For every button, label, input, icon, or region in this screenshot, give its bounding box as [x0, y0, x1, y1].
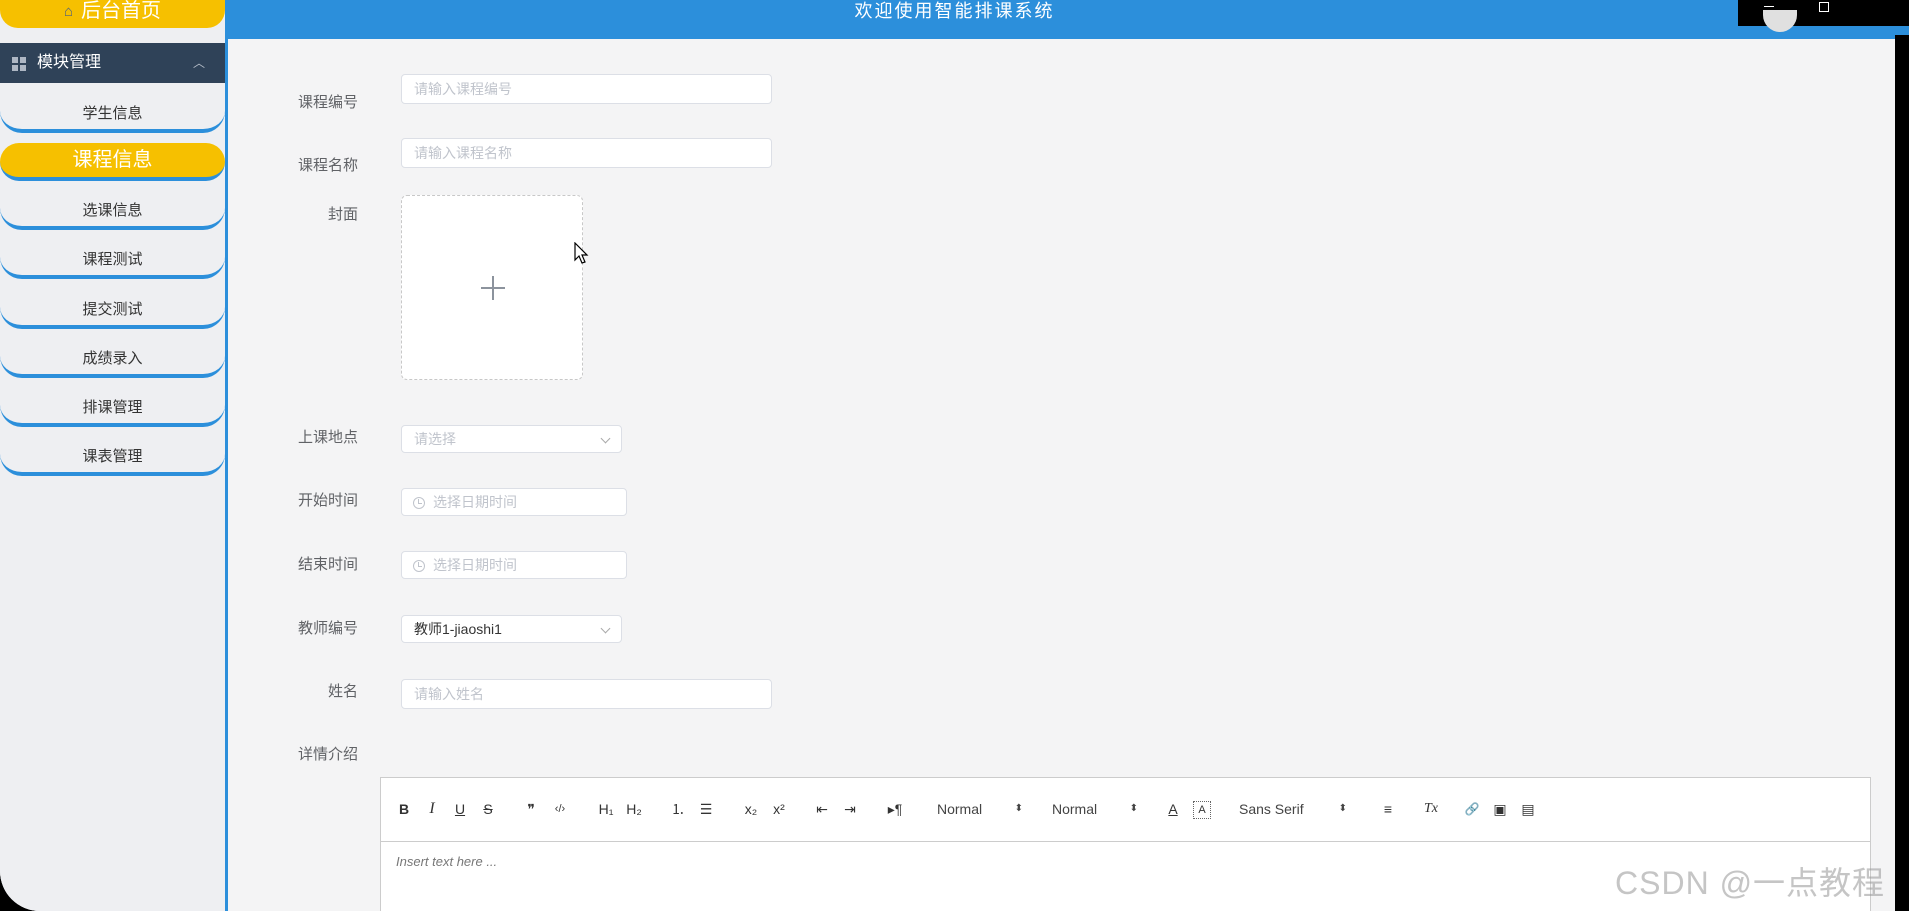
mouse-cursor-icon	[574, 241, 590, 271]
code-block-button[interactable]: ‹/›	[549, 798, 571, 820]
text-color-button[interactable]: A	[1165, 798, 1181, 820]
size-picker-label: Normal	[937, 801, 983, 817]
course-no-input[interactable]	[401, 74, 772, 104]
window-controls	[1738, 0, 1909, 32]
picker-arrows-icon: ⬍	[1338, 803, 1347, 814]
clock-icon	[413, 560, 425, 572]
location-label: 上课地点	[297, 429, 358, 446]
home-label: 后台首页	[81, 0, 162, 22]
sidebar-item-schedule-management[interactable]: 排课管理	[0, 392, 225, 427]
font-picker-label: Sans Serif	[1239, 801, 1304, 817]
underline-button[interactable]: U	[453, 798, 467, 820]
detail-label: 详情介绍	[297, 746, 358, 763]
font-picker[interactable]: Sans Serif ⬍	[1239, 798, 1347, 820]
course-no-label: 课程编号	[297, 94, 358, 111]
sidebar-item-student-info[interactable]: 学生信息	[0, 98, 225, 133]
h2-button[interactable]: H₂	[623, 798, 645, 820]
cover-upload[interactable]	[401, 195, 583, 380]
editor-toolbar: B I U S ❞ ‹/› H₁ H₂ ⒈ ☰ x₂ x² ⇤ ⇥ ▸¶ Nor…	[381, 778, 1870, 842]
course-form: 课程编号 课程名称 封面 上课地点 请选择 开始时间 选择日期时间 结束时间 选…	[228, 39, 1909, 911]
clean-format-button[interactable]: Tx	[1421, 798, 1441, 820]
sidebar-item-grade-entry[interactable]: 成绩录入	[0, 343, 225, 378]
module-management-header[interactable]: 模块管理 ︿	[0, 43, 225, 83]
picker-arrows-icon: ⬍	[1014, 803, 1023, 814]
home-icon: ⌂	[63, 2, 74, 20]
end-time-picker[interactable]: 选择日期时间	[401, 551, 627, 579]
sidebar-item-course-test[interactable]: 课程测试	[0, 244, 225, 279]
align-button[interactable]: ≡	[1379, 798, 1397, 820]
bullet-list-button[interactable]: ☰	[697, 798, 715, 820]
teacher-no-value: 教师1-jiaoshi1	[414, 621, 502, 637]
watermark: CSDN @一点教程	[1615, 865, 1886, 901]
start-time-placeholder: 选择日期时间	[433, 494, 517, 510]
chevron-up-icon: ︿	[193, 56, 206, 70]
image-button[interactable]: ▣	[1491, 798, 1509, 820]
header-picker-label: Normal	[1052, 801, 1098, 817]
ordered-list-button[interactable]: ⒈	[669, 798, 687, 820]
grid-icon	[12, 57, 26, 71]
outdent-button[interactable]: ⇤	[813, 798, 831, 820]
bold-button[interactable]: B	[397, 798, 411, 820]
course-name-input[interactable]	[401, 138, 772, 168]
clock-icon	[413, 497, 425, 509]
location-placeholder: 请选择	[414, 431, 456, 447]
italic-button[interactable]: I	[425, 798, 439, 820]
sidebar-item-course-info[interactable]: 课程信息	[0, 143, 225, 181]
picker-arrows-icon: ⬍	[1129, 803, 1138, 814]
app-window: 欢迎使用智能排课系统 ⌂ 后台首页 模块管理 ︿ 学生信息 课程信息 选课信息 课…	[0, 0, 1909, 911]
restore-icon[interactable]	[1819, 2, 1829, 12]
sidebar: ⌂ 后台首页 模块管理 ︿ 学生信息 课程信息 选课信息 课程测试 提交测试 成绩…	[0, 0, 228, 911]
screen-edge	[1895, 35, 1909, 911]
size-picker[interactable]: Normal ⬍	[937, 798, 1023, 820]
header-picker[interactable]: Normal ⬍	[1052, 798, 1138, 820]
start-time-picker[interactable]: 选择日期时间	[401, 488, 627, 516]
chevron-down-icon	[600, 623, 611, 634]
link-button[interactable]: 🔗	[1463, 798, 1481, 820]
blockquote-button[interactable]: ❞	[523, 798, 539, 820]
name-input[interactable]	[401, 679, 772, 709]
location-select[interactable]: 请选择	[401, 425, 622, 453]
direction-button[interactable]: ▸¶	[885, 798, 905, 820]
sidebar-item-timetable-management[interactable]: 课表管理	[0, 441, 225, 476]
minimize-icon[interactable]	[1764, 6, 1774, 7]
name-label: 姓名	[327, 683, 358, 700]
strike-button[interactable]: S	[481, 798, 495, 820]
home-button[interactable]: ⌂ 后台首页	[0, 0, 225, 28]
teacher-no-select[interactable]: 教师1-jiaoshi1	[401, 615, 622, 643]
chevron-down-icon	[600, 433, 611, 444]
end-time-label: 结束时间	[297, 556, 358, 573]
teacher-no-label: 教师编号	[297, 620, 358, 637]
course-name-label: 课程名称	[297, 157, 358, 174]
module-label: 模块管理	[37, 54, 102, 71]
indent-button[interactable]: ⇥	[841, 798, 859, 820]
sidebar-item-submit-test[interactable]: 提交测试	[0, 294, 225, 329]
cover-label: 封面	[327, 206, 358, 223]
h1-button[interactable]: H₁	[595, 798, 617, 820]
background-color-button[interactable]: A	[1193, 801, 1211, 819]
superscript-button[interactable]: x²	[769, 798, 789, 820]
end-time-placeholder: 选择日期时间	[433, 557, 517, 573]
sidebar-item-course-selection[interactable]: 选课信息	[0, 195, 225, 230]
start-time-label: 开始时间	[297, 492, 358, 509]
video-button[interactable]: ▤	[1519, 798, 1537, 820]
subscript-button[interactable]: x₂	[741, 798, 761, 820]
app-title: 欢迎使用智能排课系统	[854, 1, 1055, 22]
top-bar: 欢迎使用智能排课系统	[0, 0, 1909, 39]
